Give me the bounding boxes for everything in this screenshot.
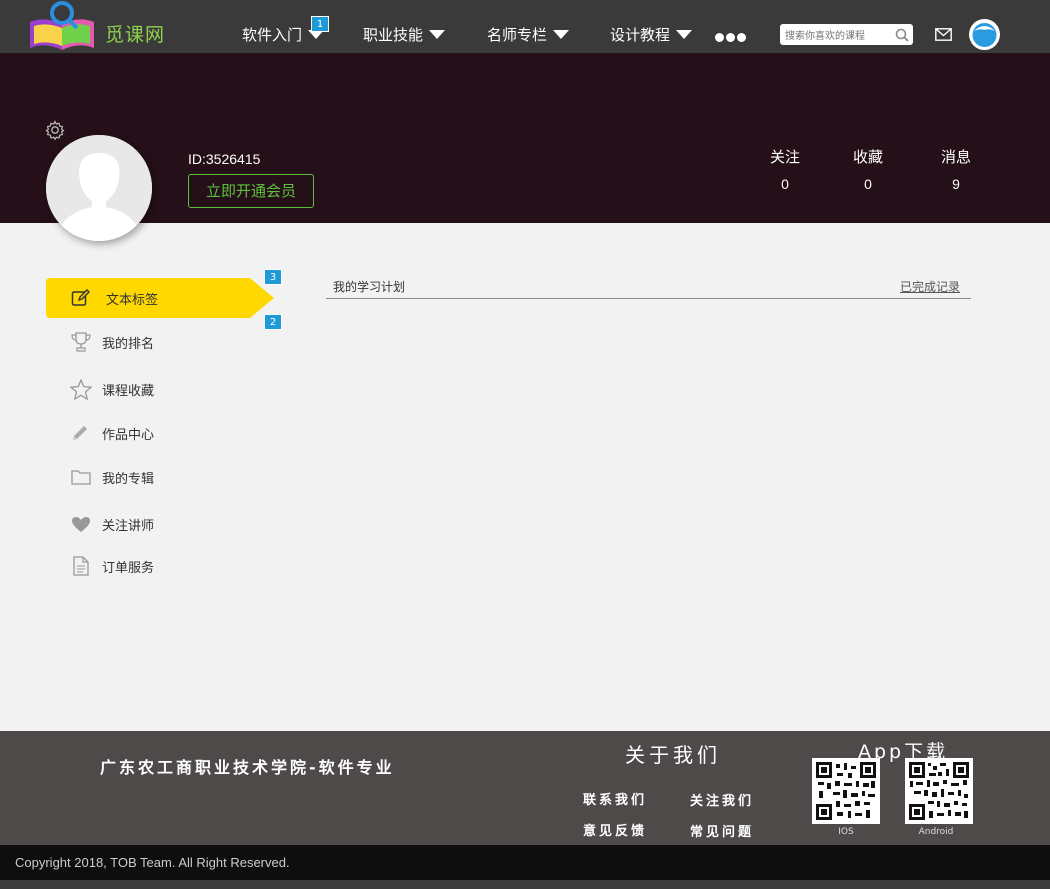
star-icon bbox=[68, 378, 94, 400]
top-nav-bar: 觅课网 软件入门 1 职业技能 名师专栏 设计教程 bbox=[0, 0, 1050, 53]
sidebar-item-course-favorites[interactable]: 课程收藏 bbox=[68, 378, 154, 400]
sidebar-item-label: 订单服务 bbox=[102, 560, 155, 576]
stat-label: 收藏 bbox=[852, 148, 883, 166]
folder-icon bbox=[68, 466, 94, 488]
annotation-badge-2: 2 bbox=[264, 314, 282, 330]
nav-career-skills[interactable]: 职业技能 bbox=[363, 24, 446, 45]
nav-label: 设计教程 bbox=[610, 26, 671, 44]
search-input[interactable] bbox=[780, 26, 890, 47]
study-plan-title: 我的学习计划 bbox=[333, 280, 406, 294]
sidebar-item-text-tags[interactable]: 文本标签 bbox=[68, 287, 158, 309]
activate-vip-button[interactable]: 立即开通会员 bbox=[188, 174, 314, 208]
study-plan-header: 我的学习计划 已完成记录 bbox=[326, 278, 971, 299]
qr-code-android bbox=[905, 758, 973, 824]
stat-following[interactable]: 关注 0 bbox=[755, 146, 815, 192]
more-menu-icon[interactable] bbox=[715, 26, 748, 47]
sidebar-item-label: 课程收藏 bbox=[102, 383, 155, 399]
stat-label: 关注 bbox=[769, 148, 800, 166]
sidebar-item-works-center[interactable]: 作品中心 bbox=[68, 422, 154, 444]
sidebar-item-my-albums[interactable]: 我的专辑 bbox=[68, 466, 154, 488]
nav-design-tutorials[interactable]: 设计教程 bbox=[610, 24, 693, 45]
about-us-title: 关于我们 bbox=[625, 743, 721, 767]
stat-label: 消息 bbox=[940, 148, 971, 166]
chevron-down-icon bbox=[429, 30, 446, 39]
stat-value: 9 bbox=[952, 176, 960, 192]
feedback-link[interactable]: 意见反馈 bbox=[583, 820, 647, 839]
nav-label: 软件入门 bbox=[242, 26, 303, 44]
completed-records-link[interactable]: 已完成记录 bbox=[900, 278, 960, 295]
user-id-text: ID:3526415 bbox=[188, 151, 261, 167]
sidebar-item-label: 文本标签 bbox=[106, 292, 159, 308]
footer-school-name: 广东农工商职业技术学院-软件专业 bbox=[100, 758, 395, 777]
pencil-icon bbox=[68, 422, 94, 444]
chevron-down-icon bbox=[676, 30, 693, 39]
document-icon bbox=[68, 555, 94, 577]
stat-value: 0 bbox=[781, 176, 789, 192]
search-icon[interactable] bbox=[895, 27, 909, 46]
trophy-icon bbox=[68, 331, 94, 353]
contact-us-link[interactable]: 联系我们 bbox=[583, 789, 647, 808]
heart-icon bbox=[68, 513, 94, 535]
sidebar-item-label: 关注讲师 bbox=[102, 518, 155, 534]
profile-banner bbox=[0, 53, 1050, 223]
annotation-badge-3: 3 bbox=[264, 269, 282, 285]
qr-label-android: Android bbox=[918, 827, 954, 837]
follow-us-link[interactable]: 关注我们 bbox=[690, 790, 754, 809]
search-box bbox=[780, 24, 913, 47]
logo-text: 觅课网 bbox=[105, 24, 166, 46]
copyright-bar: Copyright 2018, TOB Team. All Right Rese… bbox=[0, 845, 1050, 880]
user-avatar-small[interactable] bbox=[969, 19, 1000, 50]
stat-favorites[interactable]: 收藏 0 bbox=[838, 146, 898, 192]
gear-icon[interactable] bbox=[45, 120, 65, 144]
sidebar-item-followed-teachers[interactable]: 关注讲师 bbox=[68, 513, 154, 535]
sidebar-item-my-ranking[interactable]: 我的排名 bbox=[68, 331, 154, 353]
user-avatar[interactable] bbox=[46, 135, 152, 241]
mail-icon[interactable] bbox=[935, 26, 952, 45]
qr-code-ios bbox=[812, 758, 880, 824]
sidebar-item-label: 我的排名 bbox=[102, 336, 155, 352]
site-logo[interactable] bbox=[27, 0, 97, 53]
footer: 广东农工商职业技术学院-软件专业 关于我们 联系我们 关注我们 意见反馈 常见问… bbox=[0, 731, 1050, 845]
edit-icon bbox=[68, 287, 94, 309]
nav-label: 职业技能 bbox=[363, 26, 424, 44]
annotation-badge-1: 1 bbox=[311, 16, 329, 32]
nav-teacher-column[interactable]: 名师专栏 bbox=[487, 24, 570, 45]
qr-label-ios: IOS bbox=[838, 827, 854, 837]
nav-label: 名师专栏 bbox=[487, 26, 548, 44]
sidebar-item-label: 作品中心 bbox=[102, 427, 155, 443]
copyright-text: Copyright 2018, TOB Team. All Right Rese… bbox=[15, 855, 290, 870]
stat-messages[interactable]: 消息 9 bbox=[926, 146, 986, 192]
bottom-strip bbox=[0, 880, 1050, 889]
stat-value: 0 bbox=[864, 176, 872, 192]
faq-link[interactable]: 常见问题 bbox=[690, 821, 754, 840]
sidebar-item-label: 我的专辑 bbox=[102, 471, 155, 487]
chevron-down-icon bbox=[553, 30, 570, 39]
sidebar-item-order-service[interactable]: 订单服务 bbox=[68, 555, 154, 577]
